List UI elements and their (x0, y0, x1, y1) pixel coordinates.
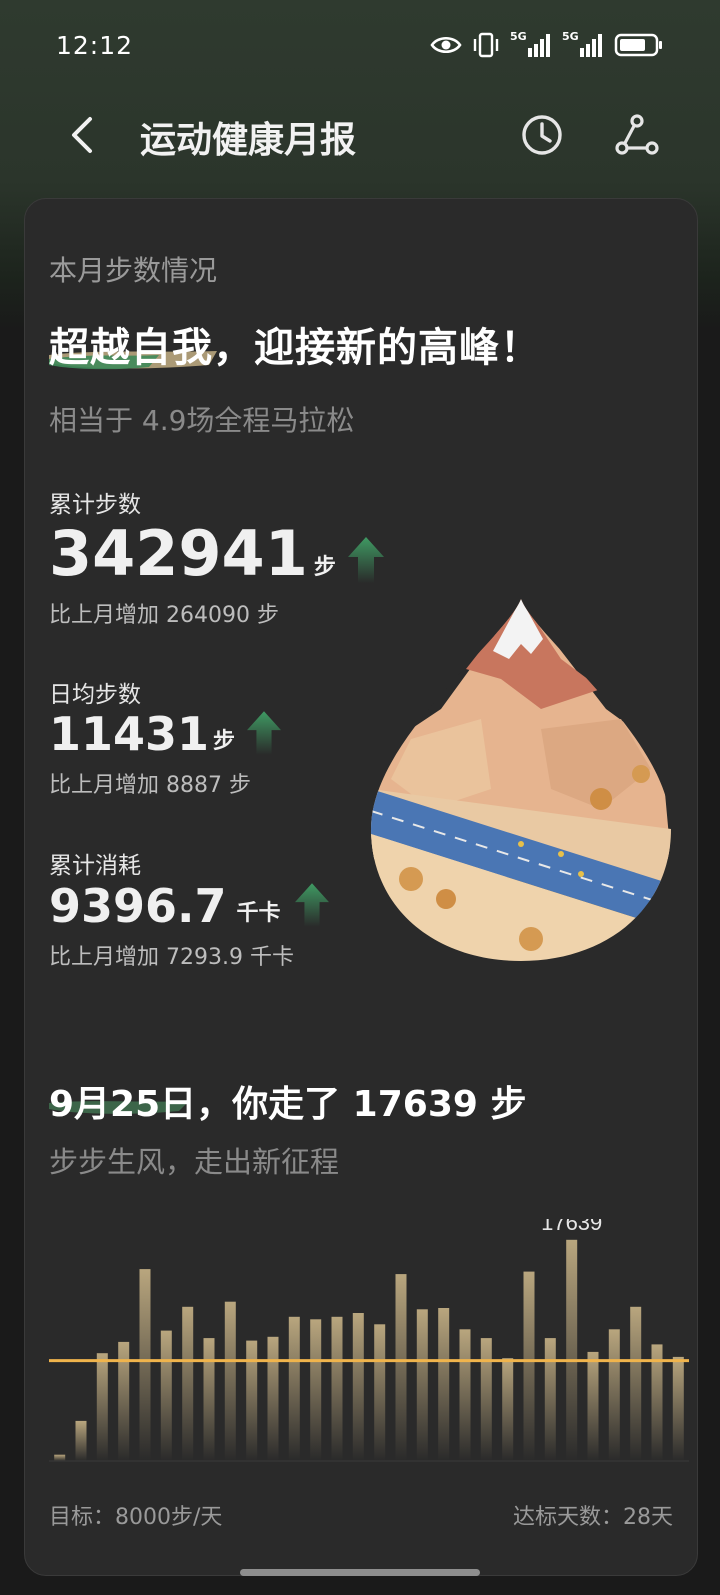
marathon-equivalent: 相当于 4.9场全程马拉松 (49, 404, 355, 437)
headline: 超越自我，迎接新的高峰！ (49, 325, 541, 371)
bar-day-1 (54, 1454, 66, 1461)
total-steps-unit: 步 (313, 555, 336, 580)
bar-day-12 (288, 1316, 300, 1461)
history-button[interactable] (519, 112, 565, 158)
bar-day-24 (544, 1338, 556, 1461)
status-time: 12:12 (56, 30, 134, 60)
vibrate-icon (473, 32, 499, 58)
bar-day-27 (608, 1329, 620, 1461)
daily-avg-value-row: 11431 步 (49, 707, 282, 761)
day-subline: 步步生风，走出新征程 (49, 1145, 340, 1179)
daily-avg-value: 11431 (49, 707, 210, 761)
daily-steps-chart: 17639 (49, 1219, 689, 1462)
bar-day-14 (331, 1316, 343, 1461)
battery-icon (614, 33, 662, 57)
section-label: 本月步数情况 (49, 254, 218, 287)
monthly-report-card: 本月步数情况 超越自我，迎接新的高峰！ 相当于 4.9场全程马拉松 累计步数 3… (24, 198, 698, 1576)
signal-bars-2-icon (580, 34, 602, 57)
cell-signal-1: 5G (510, 30, 552, 58)
calories-compare: 比上月增加 7293.9 千卡 (49, 945, 294, 970)
cell-signal-2: 5G (562, 30, 604, 58)
calories-label: 累计消耗 (49, 853, 141, 879)
bar-day-20 (459, 1329, 471, 1461)
bar-day-5 (139, 1269, 151, 1461)
bar-day-30 (672, 1356, 684, 1461)
daily-avg-compare: 比上月增加 8887 步 (49, 773, 251, 798)
trend-up-icon (294, 883, 329, 927)
eye-icon (430, 36, 462, 54)
bar-day-8 (203, 1338, 215, 1461)
bar-day-22 (502, 1358, 514, 1461)
share-button[interactable] (614, 112, 660, 158)
app-bar: 运动健康月报 (0, 95, 720, 175)
total-steps-compare: 比上月增加 264090 步 (49, 603, 279, 628)
back-button[interactable] (60, 113, 104, 157)
daily-avg-unit: 步 (213, 729, 236, 754)
days-met-label: 达标天数：28天 (513, 1505, 673, 1530)
home-indicator[interactable] (240, 1569, 480, 1576)
bar-day-3 (96, 1353, 108, 1461)
bar-day-17 (395, 1274, 407, 1461)
signal-bars-1-icon (528, 34, 550, 57)
calories-value: 9396.7 (49, 879, 227, 933)
chevron-left-icon (72, 117, 92, 153)
day-highlight-block: 9月25日，你走了 17639 步 (49, 1075, 526, 1127)
bar-day-7 (182, 1306, 194, 1461)
bar-day-26 (587, 1351, 599, 1461)
total-steps-value-row: 342941 步 (49, 523, 384, 585)
bar-day-15 (352, 1313, 364, 1461)
bar-day-10 (246, 1340, 258, 1461)
calories-value-row: 9396.7 千卡 (49, 883, 329, 929)
bar-day-2 (75, 1420, 87, 1461)
goal-label: 目标：8000步/天 (49, 1505, 223, 1530)
day-headline: 9月25日，你走了 17639 步 (49, 1084, 527, 1125)
trend-up-icon (347, 537, 384, 583)
bar-day-11 (267, 1336, 279, 1461)
peak-value-label: 17639 (541, 1219, 602, 1235)
bar-day-9 (224, 1301, 236, 1461)
bar-day-19 (438, 1308, 450, 1461)
clock-icon (522, 115, 562, 155)
bar-day-16 (374, 1324, 386, 1461)
mountain-road-illustration (371, 599, 671, 961)
status-icons: 5G 5G (430, 30, 664, 58)
headline-block: 超越自我，迎接新的高峰！ (49, 315, 541, 373)
bar-day-21 (480, 1338, 492, 1461)
bar-day-13 (310, 1319, 322, 1461)
bar-day-18 (416, 1309, 428, 1461)
trend-up-icon (247, 711, 282, 755)
total-steps-label: 累计步数 (49, 492, 141, 518)
total-steps-value: 342941 (49, 517, 308, 590)
status-bar: 12:12 5G 5G (0, 0, 720, 90)
share-icon (615, 114, 659, 155)
bar-day-28 (630, 1306, 642, 1461)
daily-avg-label: 日均步数 (49, 682, 141, 708)
calories-unit: 千卡 (236, 901, 281, 926)
page-title: 运动健康月报 (140, 120, 357, 161)
bar-day-25 (566, 1239, 578, 1461)
bar-day-23 (523, 1271, 535, 1461)
bar-day-6 (160, 1330, 172, 1461)
bars-group (54, 1239, 684, 1461)
